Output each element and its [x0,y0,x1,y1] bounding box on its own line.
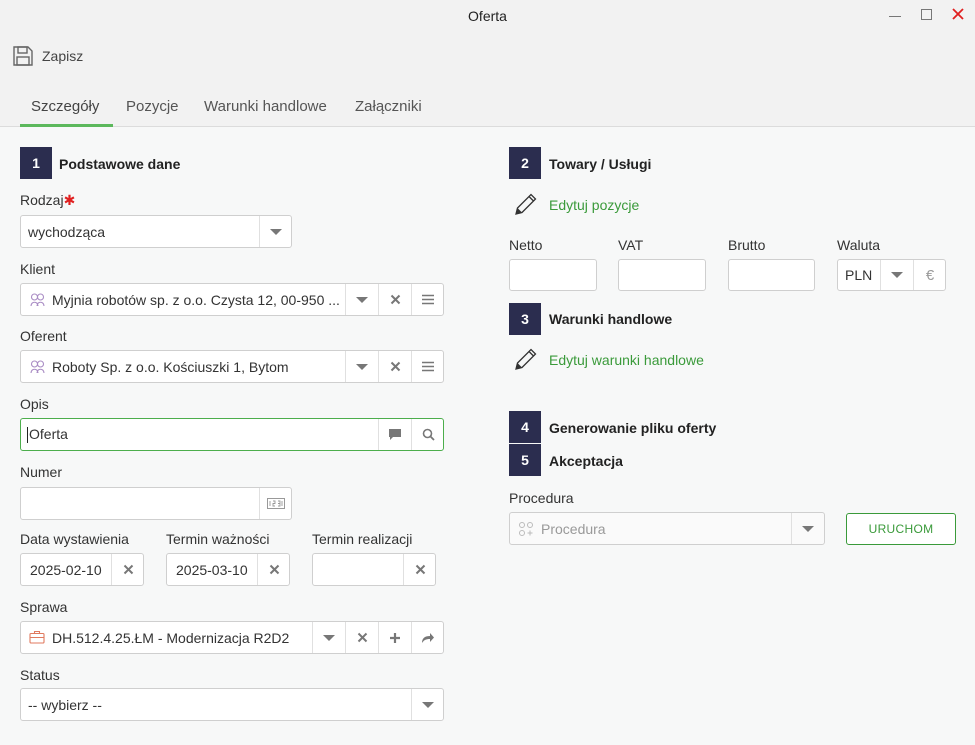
tab-szczegoly[interactable]: Szczegóły [31,98,99,115]
klient-label: Klient [20,261,56,277]
chevron-down-icon[interactable] [312,622,345,653]
save-button[interactable]: Zapisz [12,43,83,69]
clear-icon[interactable] [345,622,378,653]
uruchom-button[interactable]: URUCHOM [846,513,956,545]
company-icon [30,292,45,310]
numer-label: Numer [20,464,63,480]
section-4-title: Generowanie pliku oferty [549,420,717,436]
termin-waznosci-label: Termin ważności [166,531,270,547]
pencil-icon[interactable] [512,192,538,221]
save-label: Zapisz [42,48,84,64]
clear-icon[interactable] [111,554,144,585]
clear-icon[interactable] [403,554,436,585]
status-select[interactable]: -- wybierz -- [20,688,444,721]
edytuj-pozycje-link[interactable]: Edytuj pozycje [549,197,639,213]
netto-label: Netto [509,237,543,253]
euro-icon[interactable]: € [913,260,946,290]
company-icon [30,359,45,377]
netto-input[interactable] [509,259,597,291]
oferent-field[interactable]: Roboty Sp. z o.o. Kościuszki 1, Bytom [20,350,444,383]
tab-pozycje[interactable]: Pozycje [126,98,179,115]
required-asterisk-icon: ✱ [63,192,76,208]
window-title: Oferta [468,8,507,24]
floppy-disk-icon [12,45,34,67]
section-5-badge: 5 [509,444,541,476]
list-icon[interactable] [411,351,444,382]
chevron-down-icon[interactable] [791,513,824,544]
rodzaj-label: Rodzaj✱ [20,192,76,208]
maximize-icon[interactable] [914,4,938,24]
data-wystawienia-label: Data wystawienia [20,531,129,547]
vat-label: VAT [618,237,644,253]
chevron-down-icon[interactable] [411,689,444,720]
sprawa-field[interactable]: DH.512.4.25.ŁM - Modernizacja R2D2 [20,621,444,654]
active-tab-indicator [20,124,113,127]
clear-icon[interactable] [257,554,290,585]
data-wystawienia-input[interactable]: 2025-02-10 [20,553,144,586]
clear-icon[interactable] [378,351,411,382]
list-icon[interactable] [411,284,444,315]
pencil-icon[interactable] [512,347,538,376]
close-icon[interactable] [946,4,970,24]
opis-input[interactable]: Oferta [20,418,444,451]
opis-label: Opis [20,396,49,412]
waluta-label: Waluta [837,237,881,253]
sprawa-label: Sprawa [20,599,68,615]
vat-input[interactable] [618,259,706,291]
chevron-down-icon[interactable] [880,260,913,290]
plus-icon[interactable] [378,622,411,653]
minimize-icon[interactable] [883,4,907,24]
chevron-down-icon[interactable] [259,216,292,247]
section-4-badge: 4 [509,411,541,443]
tab-zalaczniki[interactable]: Załączniki [355,98,422,115]
title-bar: Oferta [0,0,975,34]
comment-icon[interactable] [378,419,411,450]
edytuj-warunki-link[interactable]: Edytuj warunki handlowe [549,352,704,368]
toolbar: Zapisz [0,34,975,84]
rodzaj-select[interactable]: wychodząca [20,215,292,248]
termin-realizacji-input[interactable] [312,553,436,586]
procedura-select[interactable]: Procedura [509,512,825,545]
brutto-label: Brutto [728,237,766,253]
section-1-badge: 1 [20,147,52,179]
chevron-down-icon[interactable] [345,351,378,382]
termin-realizacji-label: Termin realizacji [312,531,413,547]
section-2-badge: 2 [509,147,541,179]
waluta-select[interactable]: PLN € [837,259,946,291]
brutto-input[interactable] [728,259,815,291]
section-3-title: Warunki handlowe [549,311,673,327]
text-cursor [27,427,28,444]
briefcase-icon [29,630,45,647]
section-1-title: Podstawowe dane [59,156,181,172]
tab-bar: Szczegóły Pozycje Warunki handlowe Załąc… [0,84,975,127]
oferent-label: Oferent [20,328,67,344]
share-arrow-icon[interactable] [411,622,444,653]
clear-icon[interactable] [378,284,411,315]
chevron-down-icon[interactable] [345,284,378,315]
numbering-icon[interactable] [259,488,292,519]
section-5-title: Akceptacja [549,453,623,469]
klient-field[interactable]: Myjnia robotów sp. z o.o. Czysta 12, 00-… [20,283,444,316]
section-2-title: Towary / Usługi [549,156,652,172]
workflow-icon [518,521,534,540]
tab-warunki-handlowe[interactable]: Warunki handlowe [204,98,327,115]
search-icon[interactable] [411,419,444,450]
section-3-badge: 3 [509,303,541,335]
termin-waznosci-input[interactable]: 2025-03-10 [166,553,290,586]
numer-input[interactable] [20,487,292,520]
procedura-label: Procedura [509,490,574,506]
status-label: Status [20,667,60,683]
